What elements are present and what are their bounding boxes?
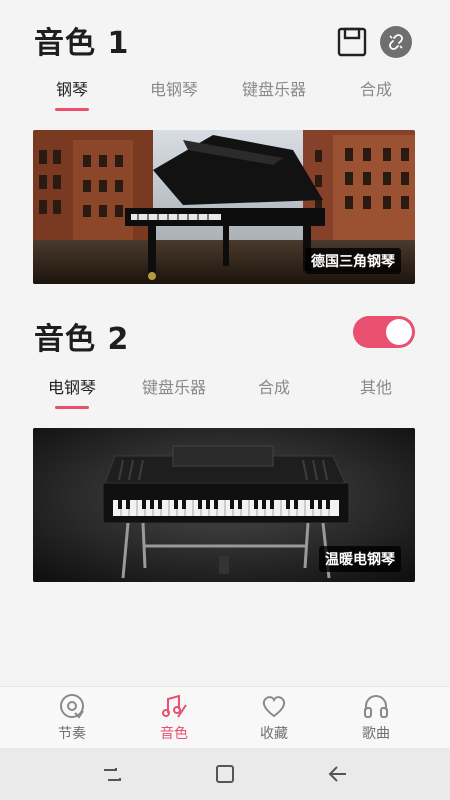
tab-piano[interactable]: 钢琴 xyxy=(22,76,122,100)
nav-favorites[interactable]: 收藏 xyxy=(234,691,314,743)
nav-label: 音色 xyxy=(160,726,188,742)
tab-indicator xyxy=(55,406,89,409)
banner-label: 德国三角钢琴 xyxy=(305,248,401,274)
bottom-nav: 节奏 音色 收藏 歌曲 xyxy=(0,686,450,749)
tab-synth[interactable]: 合成 xyxy=(224,374,324,398)
metronome-disc-icon xyxy=(60,694,84,719)
nav-tone[interactable]: 音色 xyxy=(134,691,214,743)
save-icon[interactable] xyxy=(337,27,367,57)
nav-label: 节奏 xyxy=(58,726,86,742)
heart-icon xyxy=(262,696,286,718)
tone2-tabs: 电钢琴 键盘乐器 合成 其他 xyxy=(0,374,450,414)
nav-label: 收藏 xyxy=(260,726,288,742)
nav-songs[interactable]: 歌曲 xyxy=(336,691,416,743)
tab-other[interactable]: 其他 xyxy=(326,374,426,398)
tone2-banner[interactable]: 温暖电钢琴 xyxy=(33,428,415,582)
tone2-title: 音色 2 xyxy=(34,322,130,357)
tab-electric-piano[interactable]: 电钢琴 xyxy=(124,76,224,100)
tone1-header: 音色 1 xyxy=(0,10,450,70)
recent-apps-icon[interactable] xyxy=(100,762,124,786)
nav-rhythm[interactable]: 节奏 xyxy=(32,691,112,743)
unlink-icon[interactable] xyxy=(380,26,412,58)
system-nav-bar xyxy=(0,748,450,800)
tab-synth[interactable]: 合成 xyxy=(326,76,426,100)
tab-keyboard[interactable]: 键盘乐器 xyxy=(224,76,324,100)
tab-indicator xyxy=(55,108,89,111)
tab-keyboard[interactable]: 键盘乐器 xyxy=(124,374,224,398)
nav-label: 歌曲 xyxy=(362,726,390,742)
music-note-pen-icon xyxy=(162,694,187,718)
headphones-icon xyxy=(364,695,388,718)
toggle-knob xyxy=(386,319,412,345)
tone1-title: 音色 1 xyxy=(34,26,130,61)
tone1-tabs: 钢琴 电钢琴 键盘乐器 合成 xyxy=(0,76,450,116)
back-icon[interactable] xyxy=(326,762,350,786)
home-icon[interactable] xyxy=(213,762,237,786)
banner-label: 温暖电钢琴 xyxy=(319,546,401,572)
tone1-banner[interactable]: 德国三角钢琴 xyxy=(33,130,415,284)
tab-electric-piano[interactable]: 电钢琴 xyxy=(22,374,122,398)
tone2-toggle[interactable] xyxy=(353,316,415,348)
